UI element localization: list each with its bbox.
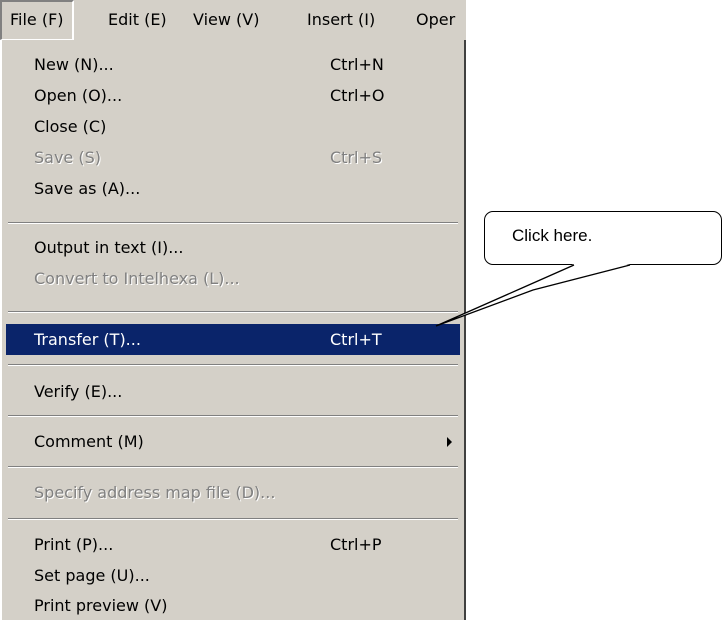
callout-pointer [435, 264, 631, 327]
